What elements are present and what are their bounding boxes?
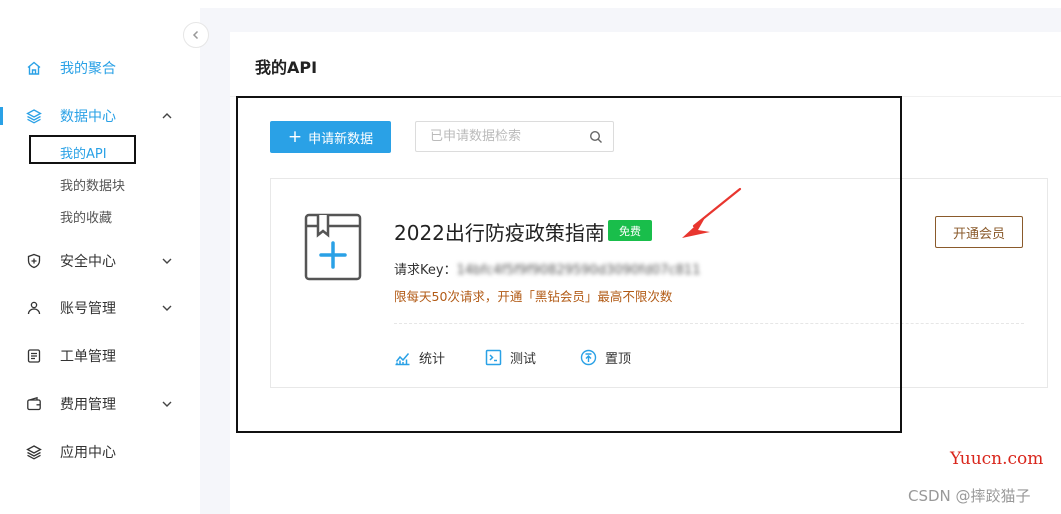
annotation-box <box>29 135 136 164</box>
chevron-up-icon <box>162 113 172 119</box>
sidebar-item-security[interactable]: 安全中心 <box>0 243 200 279</box>
sidebar-item-account[interactable]: 账号管理 <box>0 290 200 326</box>
site-watermark: Yuucn.com <box>950 449 1044 469</box>
sidebar-item-label: 应用中心 <box>60 445 116 461</box>
chevron-left-icon <box>192 30 199 40</box>
chevron-down-icon <box>162 401 172 407</box>
sidebar: 我的聚合 数据中心 我的API 我的数据块 我的收藏 安全中心 账号管理 工单管… <box>0 0 200 514</box>
layers-icon <box>26 445 42 460</box>
sidebar-item-data-center[interactable]: 数据中心 <box>0 98 200 134</box>
sidebar-item-apps[interactable]: 应用中心 <box>0 434 200 470</box>
sidebar-item-label: 我的聚合 <box>60 61 116 77</box>
layers-icon <box>26 109 42 124</box>
top-bar <box>200 0 1061 8</box>
ticket-icon <box>27 349 41 363</box>
chevron-down-icon <box>162 258 172 264</box>
sidebar-subitem-my-datablocks[interactable]: 我的数据块 <box>60 175 125 194</box>
user-icon <box>27 301 41 315</box>
open-membership-button[interactable]: 开通会员 <box>935 216 1023 248</box>
annotation-box <box>236 96 902 433</box>
sidebar-item-my-aggregation[interactable]: 我的聚合 <box>0 50 200 86</box>
sidebar-item-label: 安全中心 <box>60 254 116 270</box>
annotation-arrow-icon <box>682 187 742 238</box>
chevron-down-icon <box>162 305 172 311</box>
home-icon <box>27 61 41 75</box>
wallet-icon <box>27 396 41 411</box>
sidebar-item-label: 费用管理 <box>60 397 116 413</box>
csdn-watermark: CSDN @摔跤猫子 <box>908 487 1031 505</box>
sidebar-item-label: 数据中心 <box>60 109 116 125</box>
sidebar-item-label: 账号管理 <box>60 301 116 317</box>
sidebar-item-billing[interactable]: 费用管理 <box>0 386 200 422</box>
sidebar-item-tickets[interactable]: 工单管理 <box>0 338 200 374</box>
sidebar-subitem-my-favorites[interactable]: 我的收藏 <box>60 207 112 226</box>
sidebar-item-label: 工单管理 <box>60 349 116 365</box>
shield-icon <box>27 253 41 269</box>
sidebar-collapse-button[interactable] <box>183 22 209 48</box>
page-title: 我的API <box>255 58 318 77</box>
